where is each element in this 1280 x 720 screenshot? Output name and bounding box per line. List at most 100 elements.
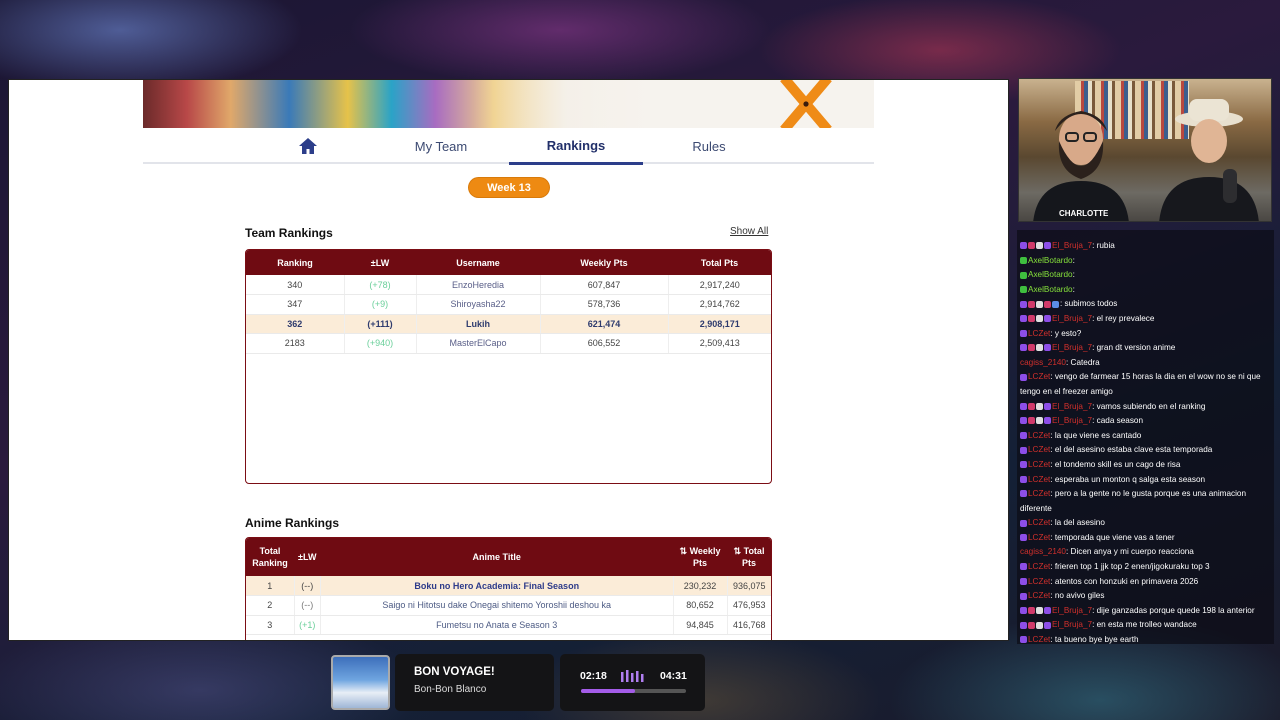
chat-text: : esperaba un monton q salga esta season (1050, 474, 1206, 484)
chat-username[interactable]: LCZet (1028, 533, 1050, 542)
chat-badge-icon (1020, 563, 1027, 571)
chat-username[interactable]: LCZet (1028, 431, 1050, 440)
nav-my-team[interactable]: My Team (393, 128, 489, 164)
chat-username[interactable]: El_Bruja_7 (1052, 241, 1092, 250)
chat-badge-icon (1044, 344, 1051, 352)
cell-anime-title[interactable]: Saigo ni Hitotsu dake Onegai shitemo Yor… (320, 595, 674, 616)
chat-username[interactable]: cagiss_2140 (1020, 547, 1066, 556)
cell-weekly-pts: 606,552 (540, 333, 669, 354)
cell-total-pts: 2,509,413 (668, 333, 771, 354)
chat-message: LCZet: la del asesino (1020, 516, 1271, 531)
cell-username[interactable]: Shiroyasha22 (416, 294, 541, 315)
chat-badge-icon (1020, 300, 1027, 308)
chat-username[interactable]: AxelBotardo (1028, 285, 1073, 294)
chat-badge-icon (1020, 461, 1027, 469)
song-artist: Bon-Bon Blanco (414, 684, 487, 695)
chat-badge-icon (1028, 315, 1035, 323)
chat-username[interactable]: El_Bruja_7 (1052, 402, 1092, 411)
table-row[interactable]: 2183 (+940) MasterElCapo 606,552 2,509,413 (246, 333, 771, 354)
chat-badge-icon (1028, 242, 1035, 250)
col-lw[interactable]: ±LW (344, 250, 416, 275)
chat-username[interactable]: LCZet (1028, 562, 1050, 571)
cell-username[interactable]: Lukih (416, 314, 541, 334)
chat-username[interactable]: El_Bruja_7 (1052, 314, 1092, 323)
table-row[interactable]: 1 (--) Boku no Hero Academia: Final Season… (246, 576, 771, 596)
table-row[interactable]: 340 (+78) EnzoHeredia 607,847 2,917,240 (246, 275, 771, 295)
cell-anime-title[interactable]: Fumetsu no Anata e Season 3 (320, 615, 674, 635)
col-username[interactable]: Username (416, 250, 540, 275)
chat-badge-icon (1028, 402, 1035, 410)
chat-username[interactable]: LCZet (1028, 635, 1050, 644)
chat-username[interactable]: LCZet (1028, 489, 1050, 498)
chat-username[interactable]: LCZet (1028, 372, 1050, 381)
col-weekly-pts[interactable]: Weekly Pts (540, 250, 668, 275)
chat-username[interactable]: LCZet (1028, 460, 1050, 469)
album-art (331, 655, 390, 710)
chat-message: LCZet: pero a la gente no le gusta porqu… (1020, 487, 1271, 516)
chat-badge-icon (1020, 607, 1027, 615)
chat-username[interactable]: AxelBotardo (1028, 256, 1073, 265)
cell-lw: (+9) (344, 294, 417, 315)
col-ranking[interactable]: Ranking (246, 250, 344, 275)
shirt-text: CHARLOTTE (1059, 209, 1109, 218)
chat-message: LCZet: frieren top 1 jjk top 2 enen/jigo… (1020, 560, 1271, 575)
cell-username[interactable]: EnzoHeredia (416, 275, 541, 295)
chat-username[interactable]: El_Bruja_7 (1052, 620, 1092, 629)
cell-weekly-pts: 230,232 (673, 576, 728, 596)
chat-message: El_Bruja_7: cada season (1020, 414, 1271, 429)
team-rankings-panel: Ranking ±LW Username Weekly Pts Total Pt… (245, 249, 772, 484)
chat-text: : en esta me trolleo wandace (1092, 620, 1197, 630)
chat-username[interactable]: LCZet (1028, 591, 1050, 600)
col-anime-title[interactable]: Anime Title (320, 538, 673, 576)
chat-text: : vengo de farmear 15 horas la dia en el… (1020, 372, 1261, 396)
team-rankings-title: Team Rankings (245, 226, 333, 240)
chat-message: El_Bruja_7: vamos subiendo en el ranking (1020, 400, 1271, 415)
table-row[interactable]: 347 (+9) Shiroyasha22 578,736 2,914,762 (246, 294, 771, 315)
chat-message: LCZet: la que viene es cantado (1020, 429, 1271, 444)
chat-badge-icon (1036, 344, 1043, 352)
chat-username[interactable]: El_Bruja_7 (1052, 343, 1092, 352)
cell-anime-title[interactable]: Boku no Hero Academia: Final Season (320, 576, 674, 596)
elapsed-time: 02:18 (580, 670, 607, 682)
chat-message: El_Bruja_7: el rey prevalece (1020, 312, 1271, 327)
home-icon (299, 138, 317, 154)
chat-badge-icon (1028, 344, 1035, 352)
anime-rankings-panel: Total Ranking ±LW Anime Title ⇅ Weekly P… (245, 537, 772, 640)
col-total-ranking[interactable]: Total Ranking (246, 538, 294, 576)
table-row[interactable]: 362 (+111) Lukih 621,474 2,908,171 (246, 314, 771, 334)
chat-badge-icon (1020, 417, 1027, 425)
nav-rankings[interactable]: Rankings (509, 128, 643, 165)
cell-rank: 3 (246, 615, 295, 635)
show-all-link[interactable]: Show All (730, 226, 768, 237)
chat-username[interactable]: cagiss_2140 (1020, 358, 1066, 367)
chat-username[interactable]: El_Bruja_7 (1052, 606, 1092, 615)
chat-username[interactable]: AxelBotardo (1028, 270, 1073, 279)
nav-rules[interactable]: Rules (663, 128, 755, 164)
chat-message: El_Bruja_7: gran dt version anime (1020, 341, 1271, 356)
table-row[interactable]: 2 (--) Saigo ni Hitotsu dake Onegai shitem… (246, 595, 771, 616)
col-lw[interactable]: ±LW (294, 538, 321, 576)
table-header-row: Ranking ±LW Username Weekly Pts Total Pt… (246, 250, 771, 275)
chat-username[interactable]: LCZet (1028, 329, 1050, 338)
chat-badge-icon (1052, 300, 1059, 308)
week-badge[interactable]: Week 13 (469, 178, 549, 197)
chat-username[interactable]: LCZet (1028, 577, 1050, 586)
chat-text: : pero a la gente no le gusta porque es … (1020, 489, 1247, 513)
chat-badge-icon (1036, 300, 1043, 308)
equalizer-icon (621, 670, 644, 682)
chat-message: LCZet: temporada que viene vas a tener (1020, 531, 1271, 546)
col-total-pts[interactable]: Total Pts (668, 250, 771, 275)
cell-weekly-pts: 80,652 (673, 595, 728, 616)
chat-username[interactable]: LCZet (1028, 475, 1050, 484)
col-weekly-pts[interactable]: ⇅ Weekly Pts (673, 538, 727, 576)
col-total-pts[interactable]: ⇅ Total Pts (727, 538, 771, 576)
chat-username[interactable]: El_Bruja_7 (1052, 416, 1092, 425)
nav-home[interactable] (288, 128, 328, 164)
chat-username[interactable]: LCZet (1028, 518, 1050, 527)
chat-message: AxelBotardo: (1020, 268, 1271, 283)
chat-badge-icon (1020, 329, 1027, 337)
chat-badge-icon (1028, 417, 1035, 425)
table-row[interactable]: 3 (+1) Fumetsu no Anata e Season 3 94,845 41… (246, 615, 771, 635)
chat-username[interactable]: LCZet (1028, 445, 1050, 454)
cell-username[interactable]: MasterElCapo (416, 333, 541, 354)
